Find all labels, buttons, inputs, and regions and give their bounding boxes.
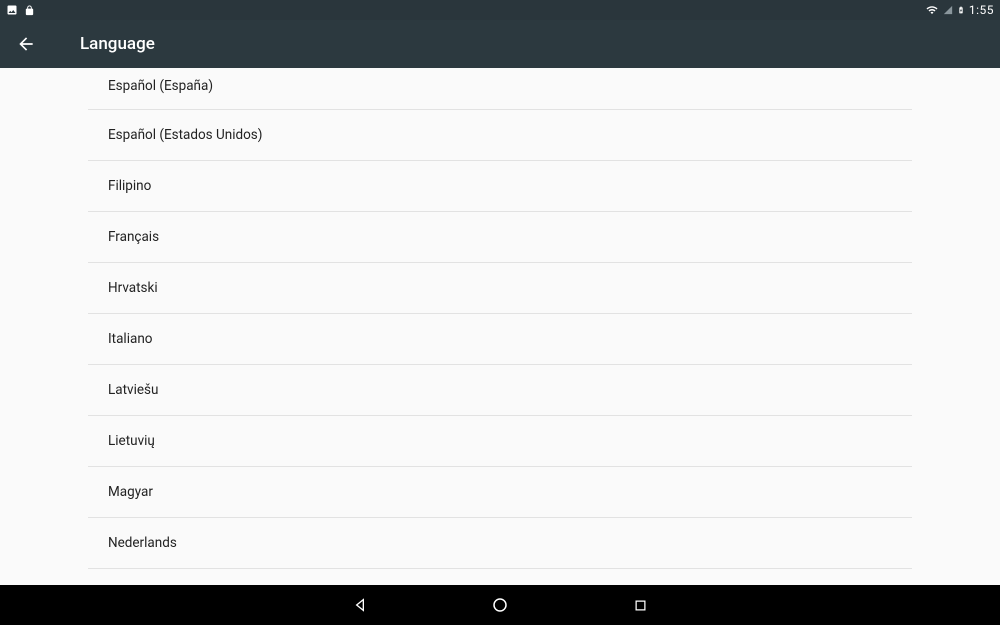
page-title: Language bbox=[80, 34, 155, 54]
language-label: Latviešu bbox=[108, 382, 158, 398]
language-label: Italiano bbox=[108, 331, 153, 347]
app-bar: Language bbox=[0, 20, 1000, 68]
language-item[interactable]: Italiano bbox=[88, 314, 912, 365]
status-time: 1:55 bbox=[969, 3, 994, 17]
language-label: Español (Estados Unidos) bbox=[108, 127, 262, 143]
triangle-back-icon bbox=[352, 597, 368, 613]
signal-icon bbox=[943, 5, 953, 15]
language-item[interactable]: Español (Estados Unidos) bbox=[88, 110, 912, 161]
battery-charging-icon bbox=[957, 4, 965, 16]
language-item[interactable]: Nederlands bbox=[88, 518, 912, 569]
language-item[interactable]: Lietuvių bbox=[88, 416, 912, 467]
content-area: Español (España) Español (Estados Unidos… bbox=[0, 68, 1000, 585]
language-list: Español (España) Español (Estados Unidos… bbox=[88, 68, 912, 569]
language-item[interactable]: Hrvatski bbox=[88, 263, 912, 314]
status-right: 1:55 bbox=[925, 3, 994, 17]
square-recent-icon bbox=[633, 598, 648, 613]
language-label: Hrvatski bbox=[108, 280, 158, 296]
arrow-back-icon bbox=[16, 34, 36, 54]
language-label: Français bbox=[108, 229, 159, 245]
circle-home-icon bbox=[491, 596, 509, 614]
lock-icon bbox=[24, 5, 35, 16]
back-button[interactable] bbox=[16, 34, 64, 54]
status-bar: 1:55 bbox=[0, 0, 1000, 20]
language-label: Magyar bbox=[108, 484, 153, 500]
nav-recent-button[interactable] bbox=[630, 595, 650, 615]
language-item[interactable]: Latviešu bbox=[88, 365, 912, 416]
language-label: Nederlands bbox=[108, 535, 177, 551]
navigation-bar bbox=[0, 585, 1000, 625]
nav-back-button[interactable] bbox=[350, 595, 370, 615]
language-item[interactable]: Filipino bbox=[88, 161, 912, 212]
status-left bbox=[6, 4, 35, 16]
nav-home-button[interactable] bbox=[490, 595, 510, 615]
language-item[interactable]: Magyar bbox=[88, 467, 912, 518]
language-item[interactable]: Français bbox=[88, 212, 912, 263]
language-item[interactable]: Español (España) bbox=[88, 68, 912, 110]
wifi-icon bbox=[925, 4, 939, 16]
language-label: Español (España) bbox=[108, 78, 213, 94]
language-label: Lietuvių bbox=[108, 433, 155, 449]
image-icon bbox=[6, 4, 18, 16]
language-label: Filipino bbox=[108, 178, 151, 194]
